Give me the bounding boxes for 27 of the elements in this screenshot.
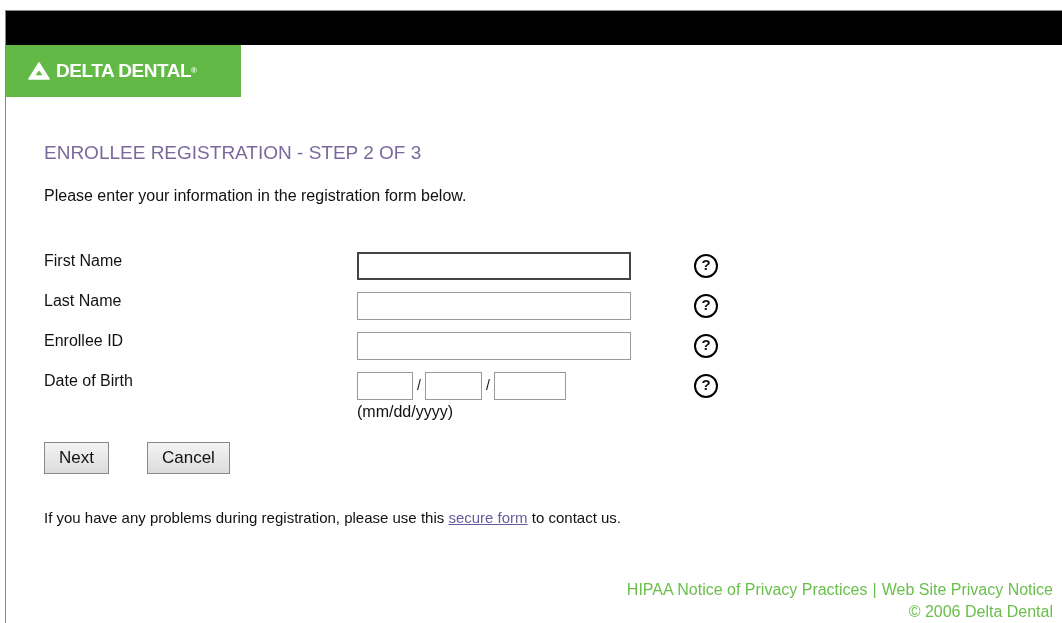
- input-field[interactable]: [493, 371, 566, 400]
- next-button[interactable]: Next: [44, 441, 109, 474]
- intro-text: Please enter your information in the registration form below.: [44, 185, 467, 206]
- input-field[interactable]: [357, 251, 631, 280]
- help-icon[interactable]: ?: [694, 373, 718, 398]
- secure-form-link[interactable]: secure form: [448, 508, 528, 526]
- footer-separator: |: [872, 580, 877, 600]
- help-icon[interactable]: ?: [694, 333, 718, 358]
- field-label: First Name: [44, 250, 124, 271]
- page-title: ENROLLEE REGISTRATION - STEP 2 OF 3: [44, 141, 422, 165]
- copyright-text: © 2006 Delta Dental: [908, 602, 1053, 622]
- help-icon[interactable]: ?: [694, 293, 718, 318]
- date-separator: /: [417, 376, 421, 395]
- triangle-logo-icon: [28, 62, 50, 80]
- date-separator: /: [485, 376, 490, 395]
- field-label: Enrollee ID: [44, 330, 125, 351]
- input-field[interactable]: [424, 371, 482, 400]
- contact-text: If you have any problems during registration, please use this secure form to contact us.: [44, 507, 621, 528]
- field-label: Date of Birth: [44, 370, 134, 391]
- cancel-button[interactable]: Cancel: [146, 441, 230, 474]
- input-field[interactable]: [357, 331, 631, 360]
- help-icon[interactable]: ?: [694, 253, 718, 278]
- date-format-hint: (mm/dd/yyyy): [357, 401, 453, 422]
- input-field[interactable]: [357, 371, 413, 400]
- logo-wordmark: DELTA DENTAL$^{®}$: [56, 58, 197, 83]
- field-label: Last Name: [44, 290, 123, 311]
- input-field[interactable]: [357, 291, 631, 320]
